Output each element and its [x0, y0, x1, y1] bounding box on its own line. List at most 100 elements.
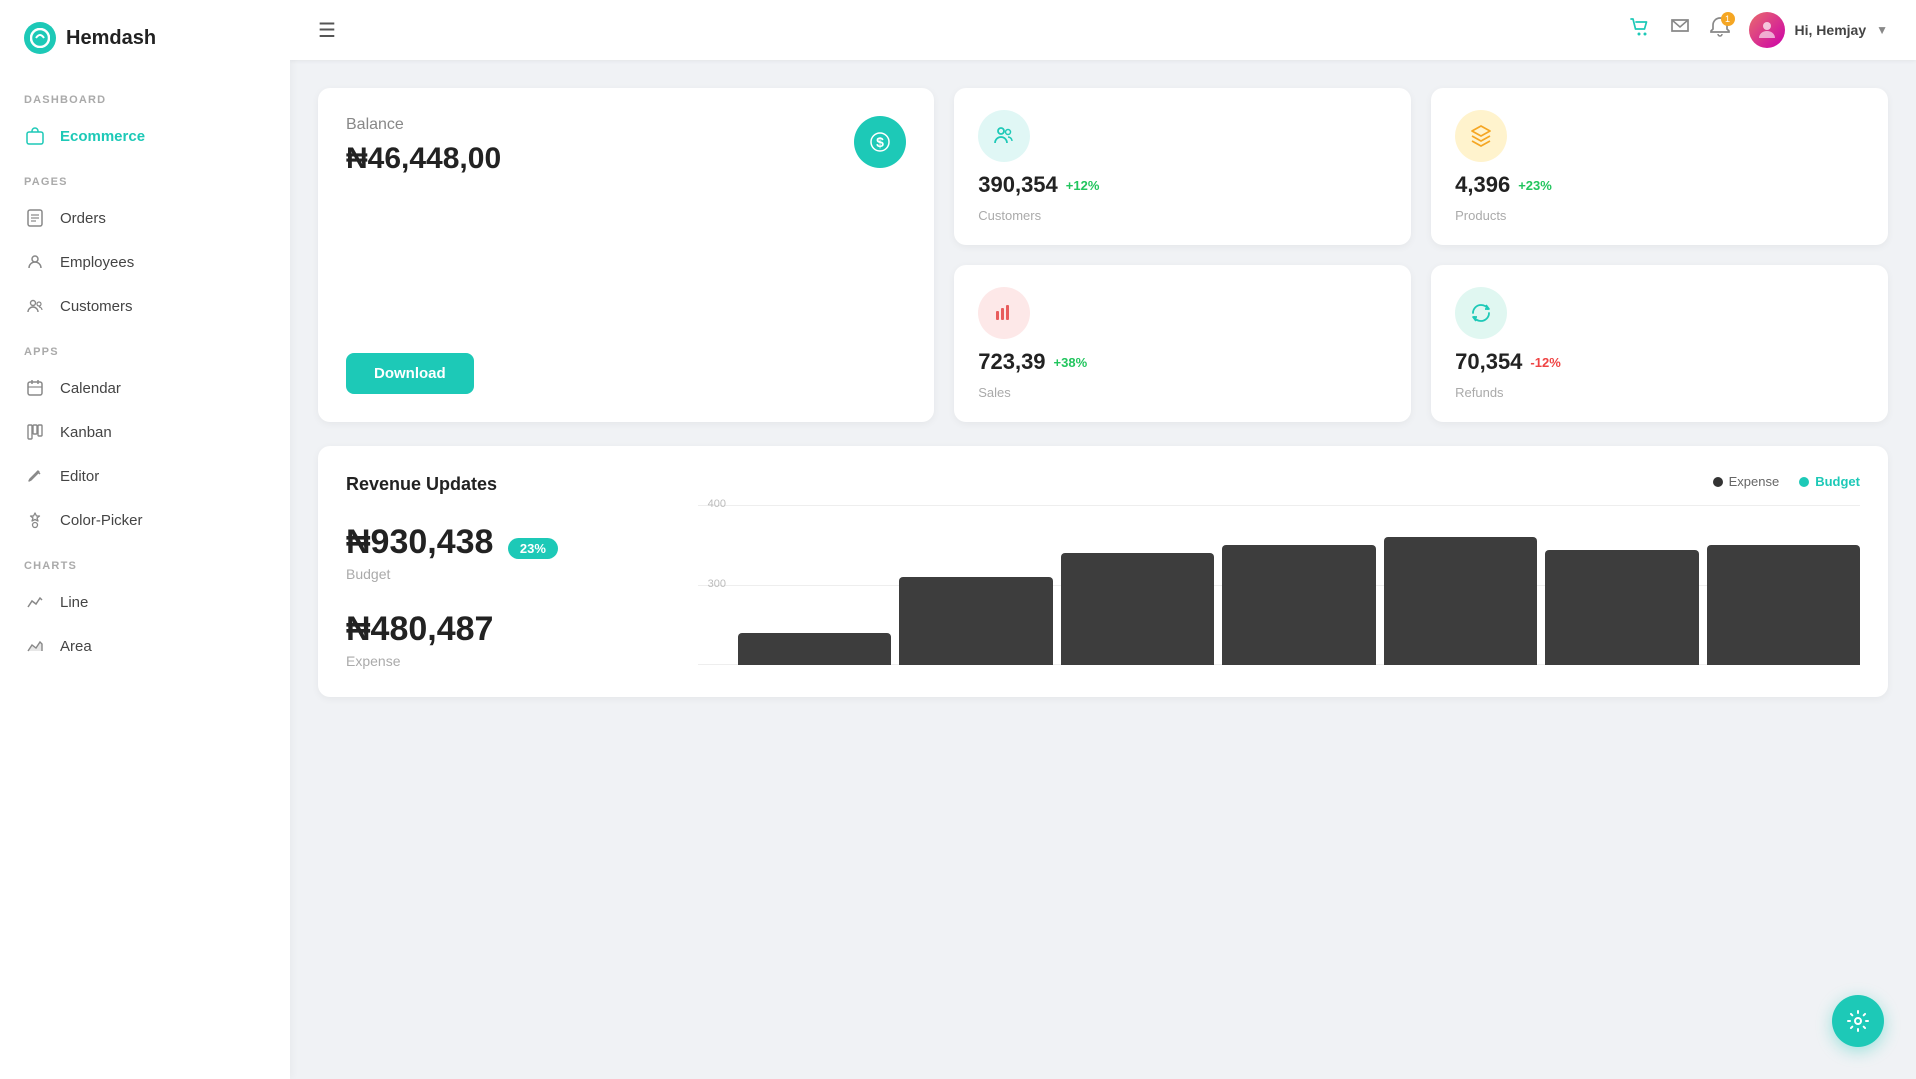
revenue-right: Expense Budget 400 300	[698, 474, 1860, 669]
products-change: +23%	[1518, 178, 1552, 193]
sales-stat-icon	[978, 287, 1030, 339]
bar-2	[1061, 553, 1214, 665]
brand-logo[interactable]: Hemdash	[0, 0, 290, 76]
refunds-label: Refunds	[1455, 385, 1864, 400]
header-left: ☰	[318, 18, 336, 43]
pages-section-label: PAGES	[0, 158, 290, 196]
header-right: 1 Hi, Hemjay ▼	[1629, 12, 1888, 48]
user-avatar	[1749, 12, 1785, 48]
budget-block: ₦930,438 23% Budget	[346, 523, 666, 582]
brand-name: Hemdash	[66, 27, 156, 50]
refunds-stat-card: 70,354 -12% Refunds	[1431, 265, 1888, 422]
kanban-icon	[24, 421, 46, 443]
sidebar-item-orders-label: Orders	[60, 210, 106, 227]
calendar-icon	[24, 377, 46, 399]
sidebar-item-calendar-label: Calendar	[60, 380, 121, 397]
budget-label: Budget	[346, 566, 666, 582]
refunds-change: -12%	[1530, 355, 1560, 370]
stats-row: Balance ₦46,448,00 $ Download	[318, 88, 1888, 422]
color-picker-icon	[24, 509, 46, 531]
employees-icon	[24, 251, 46, 273]
products-stat-icon	[1455, 110, 1507, 162]
bar-3	[1222, 545, 1375, 665]
hamburger-menu[interactable]: ☰	[318, 18, 336, 43]
bar-4	[1384, 537, 1537, 665]
editor-icon	[24, 465, 46, 487]
bar-chart-container: 400 300	[698, 505, 1860, 665]
revenue-left: Revenue Updates ₦930,438 23% Budget ₦480…	[346, 474, 666, 669]
balance-card: Balance ₦46,448,00 $ Download	[318, 88, 934, 422]
sidebar-item-employees-label: Employees	[60, 254, 134, 271]
products-stat-card: 4,396 +23% Products	[1431, 88, 1888, 245]
balance-icon: $	[854, 116, 906, 168]
revenue-title: Revenue Updates	[346, 474, 666, 495]
budget-amount-row: ₦930,438 23%	[346, 523, 666, 562]
dashboard-section-label: DASHBOARD	[0, 76, 290, 114]
main-content: ☰ 1 Hi, Hemjay ▼	[290, 0, 1916, 1079]
customers-label: Customers	[978, 208, 1387, 223]
refunds-value-row: 70,354 -12%	[1455, 349, 1864, 375]
legend-budget: Budget	[1799, 474, 1860, 489]
bar-0	[738, 633, 891, 665]
sales-stat-card: 723,39 +38% Sales	[954, 265, 1411, 422]
products-value: 4,396	[1455, 172, 1510, 198]
cart-icon[interactable]	[1629, 16, 1651, 44]
revenue-section: Revenue Updates ₦930,438 23% Budget ₦480…	[318, 446, 1888, 697]
bar-1	[899, 577, 1052, 665]
sidebar-item-editor-label: Editor	[60, 468, 99, 485]
line-chart-icon	[24, 591, 46, 613]
sidebar-item-customers-label: Customers	[60, 298, 133, 315]
user-dropdown-icon: ▼	[1876, 23, 1888, 37]
sidebar-item-color-picker[interactable]: Color-Picker	[0, 498, 290, 542]
balance-label: Balance	[346, 116, 501, 134]
stats-cards-right: 390,354 +12% Customers 4,396 +23% Produc…	[954, 88, 1888, 422]
customers-value: 390,354	[978, 172, 1058, 198]
user-menu[interactable]: Hi, Hemjay ▼	[1749, 12, 1888, 48]
budget-amount: ₦930,438	[346, 523, 493, 561]
customers-change: +12%	[1066, 178, 1100, 193]
sales-change: +38%	[1054, 355, 1088, 370]
customers-stat-card: 390,354 +12% Customers	[954, 88, 1411, 245]
balance-amount: ₦46,448,00	[346, 142, 501, 176]
messages-icon[interactable]	[1669, 16, 1691, 44]
budget-badge: 23%	[508, 538, 558, 559]
refunds-stat-icon	[1455, 287, 1507, 339]
sidebar-item-ecommerce-label: Ecommerce	[60, 128, 145, 145]
area-chart-icon	[24, 635, 46, 657]
apps-section-label: APPS	[0, 328, 290, 366]
expense-legend-label: Expense	[1729, 474, 1780, 489]
products-value-row: 4,396 +23%	[1455, 172, 1864, 198]
products-label: Products	[1455, 208, 1864, 223]
bar-6	[1707, 545, 1860, 665]
charts-section-label: CHARTS	[0, 542, 290, 580]
content-area: Balance ₦46,448,00 $ Download	[290, 60, 1916, 1079]
download-button[interactable]: Download	[346, 353, 474, 394]
customers-icon	[24, 295, 46, 317]
sidebar-item-employees[interactable]: Employees	[0, 240, 290, 284]
sidebar-item-line[interactable]: Line	[0, 580, 290, 624]
sidebar-item-calendar[interactable]: Calendar	[0, 366, 290, 410]
settings-fab[interactable]	[1832, 995, 1884, 1047]
sales-value: 723,39	[978, 349, 1045, 375]
sidebar-item-area[interactable]: Area	[0, 624, 290, 668]
budget-legend-dot	[1799, 477, 1809, 487]
sidebar-item-color-picker-label: Color-Picker	[60, 512, 143, 529]
sidebar-item-area-label: Area	[60, 638, 92, 655]
notifications-icon[interactable]: 1	[1709, 16, 1731, 44]
notification-badge: 1	[1721, 12, 1735, 26]
expense-label: Expense	[346, 653, 666, 669]
budget-legend-label: Budget	[1815, 474, 1860, 489]
sidebar-item-kanban[interactable]: Kanban	[0, 410, 290, 454]
expense-amount: ₦480,487	[346, 610, 666, 649]
sidebar-item-editor[interactable]: Editor	[0, 454, 290, 498]
sidebar-item-customers[interactable]: Customers	[0, 284, 290, 328]
sales-label: Sales	[978, 385, 1387, 400]
ecommerce-icon	[24, 125, 46, 147]
sales-value-row: 723,39 +38%	[978, 349, 1387, 375]
sidebar-item-kanban-label: Kanban	[60, 424, 112, 441]
sidebar-item-ecommerce[interactable]: Ecommerce	[0, 114, 290, 158]
svg-text:$: $	[876, 134, 884, 150]
user-greeting: Hi, Hemjay	[1795, 22, 1867, 38]
sidebar-item-orders[interactable]: Orders	[0, 196, 290, 240]
expense-legend-dot	[1713, 477, 1723, 487]
